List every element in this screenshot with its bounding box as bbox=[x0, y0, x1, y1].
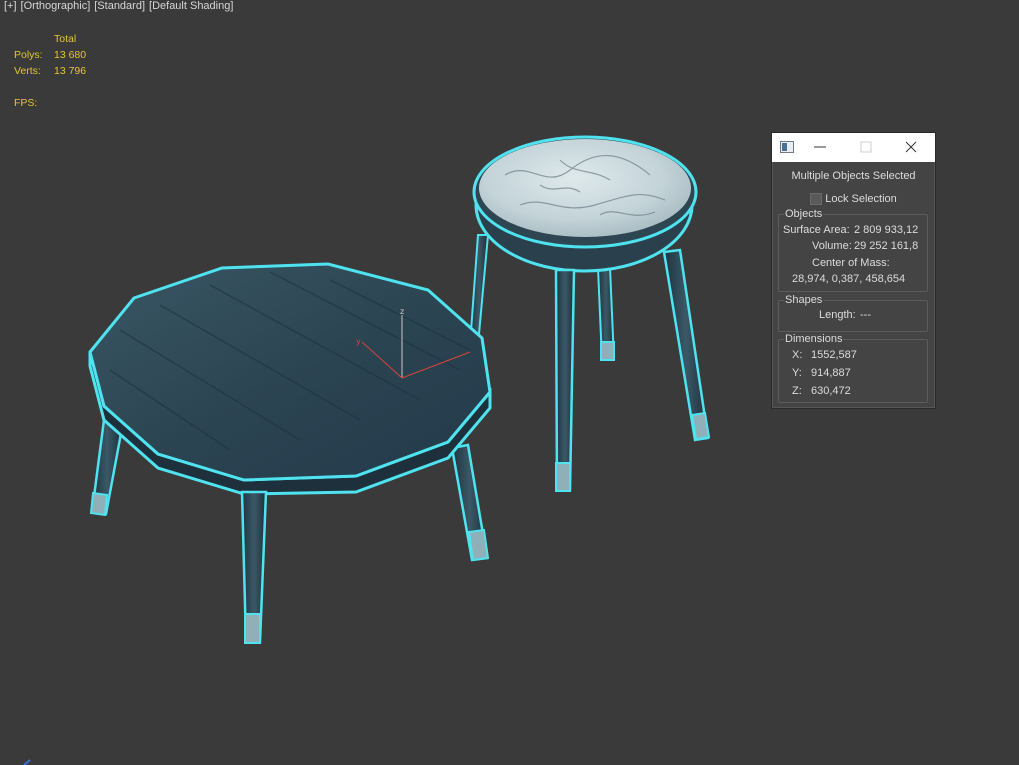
stool-marble-top bbox=[479, 139, 691, 237]
minimize-icon bbox=[814, 146, 826, 148]
side-stool[interactable] bbox=[468, 135, 711, 492]
stool-leg-back-right bbox=[596, 267, 616, 361]
table-leg-back-left bbox=[89, 418, 124, 517]
world-axis-icon bbox=[23, 759, 31, 765]
dimension-x-label: X: bbox=[792, 349, 803, 361]
surface-area-label: Surface Area: bbox=[783, 224, 850, 236]
surface-area-value: 2 809 933,12 bbox=[854, 224, 919, 236]
measure-panel[interactable]: Multiple Objects Selected Lock Selection… bbox=[771, 132, 936, 409]
objects-group: Objects Surface Area: 2 809 933,12 Volum… bbox=[778, 208, 928, 292]
dimension-y-label: Y: bbox=[792, 367, 802, 379]
objects-group-heading: Objects bbox=[784, 208, 824, 220]
lock-selection-label: Lock Selection bbox=[825, 193, 897, 205]
coffee-table[interactable] bbox=[88, 262, 492, 644]
center-of-mass-value: 28,974, 0,387, 458,654 bbox=[792, 273, 906, 285]
center-of-mass-label: Center of Mass: bbox=[812, 257, 890, 269]
stool-leg-front-middle bbox=[554, 268, 576, 492]
gizmo-y-label: y bbox=[356, 337, 361, 346]
maximize-button[interactable] bbox=[854, 137, 878, 157]
volume-value: 29 252 161,8 bbox=[854, 240, 919, 252]
close-icon bbox=[905, 141, 917, 153]
dimension-z-label: Z: bbox=[792, 385, 802, 397]
app-icon bbox=[780, 141, 794, 153]
lock-selection-checkbox[interactable] bbox=[810, 193, 823, 205]
dimension-y-value: 914,887 bbox=[811, 367, 851, 379]
selection-title: Multiple Objects Selected bbox=[791, 170, 916, 182]
table-leg-back-right bbox=[450, 443, 490, 562]
shapes-group-heading: Shapes bbox=[784, 294, 824, 306]
lock-selection-row[interactable]: Lock Selection bbox=[772, 192, 935, 206]
close-button[interactable] bbox=[899, 137, 923, 157]
dimension-z-value: 630,472 bbox=[811, 385, 851, 397]
dimension-x-value: 1552,587 bbox=[811, 349, 857, 361]
length-value: --- bbox=[860, 309, 871, 321]
table-leg-front bbox=[240, 490, 268, 644]
dimensions-group: Dimensions X: 1552,587 Y: 914,887 Z: 630… bbox=[778, 333, 928, 403]
panel-titlebar[interactable] bbox=[772, 133, 935, 162]
maximize-icon bbox=[860, 141, 872, 153]
stool-leg-front-right bbox=[662, 248, 711, 442]
shapes-group: Shapes Length: --- bbox=[778, 294, 928, 332]
table-wood-top bbox=[88, 262, 492, 482]
gizmo-z-label: z bbox=[400, 307, 404, 316]
length-label: Length: bbox=[819, 309, 856, 321]
volume-label: Volume: bbox=[812, 240, 852, 252]
dimensions-group-heading: Dimensions bbox=[784, 333, 844, 345]
minimize-button[interactable] bbox=[808, 137, 832, 157]
